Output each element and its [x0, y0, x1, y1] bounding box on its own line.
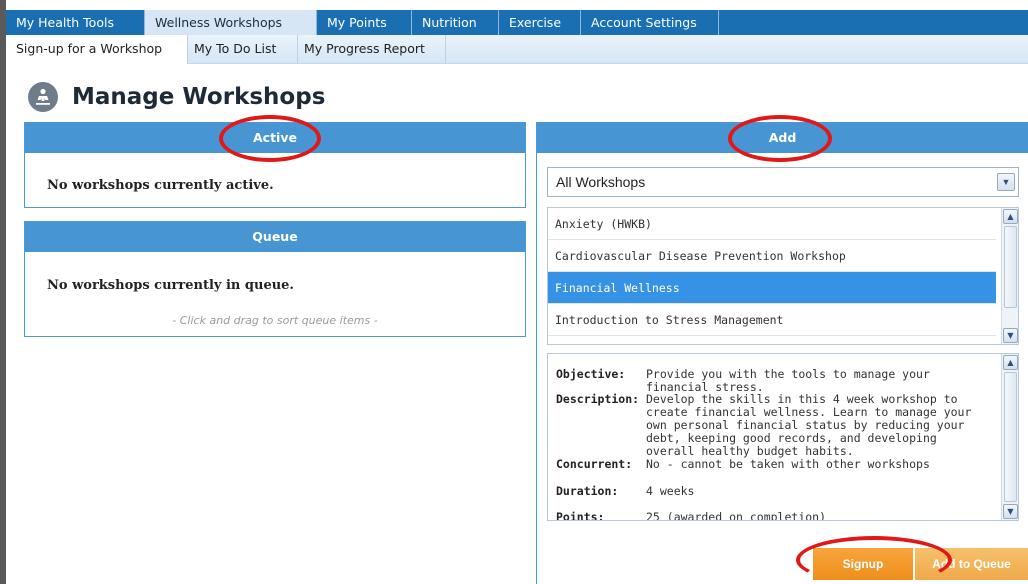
tab-nutrition[interactable]: Nutrition — [412, 10, 499, 35]
detail-duration: Duration: 4 weeks — [556, 485, 991, 498]
scroll-down-icon[interactable]: ▼ — [1003, 328, 1018, 343]
meditation-person-icon — [28, 82, 58, 112]
detail-label: Points: — [556, 510, 605, 521]
top-nav-spacer — [719, 10, 1028, 35]
detail-value: 25 (awarded on completion) — [646, 510, 827, 521]
tab-my-to-do-list[interactable]: My To Do List — [188, 35, 298, 63]
queue-panel: Queue No workshops currently in queue. -… — [24, 221, 526, 337]
detail-label: Duration: — [556, 484, 619, 498]
scrollbar-thumb[interactable] — [1004, 372, 1017, 502]
list-item[interactable]: Cardiovascular Disease Prevention Worksh… — [548, 240, 996, 272]
list-item-selected[interactable]: Financial Wellness — [548, 272, 996, 304]
detail-value: No - cannot be taken with other workshop… — [646, 457, 930, 471]
detail-value: 4 weeks — [646, 484, 695, 498]
add-to-queue-button[interactable]: Add to Queue — [915, 548, 1028, 580]
scroll-up-icon[interactable]: ▲ — [1003, 209, 1018, 224]
add-panel-header: Add — [537, 123, 1028, 153]
workshop-details: Objective: Provide you with the tools to… — [547, 353, 1019, 521]
queue-sort-hint: - Click and drag to sort queue items - — [172, 314, 378, 327]
window-frame-edge — [0, 0, 6, 584]
tab-sign-up-for-workshop[interactable]: Sign-up for a Workshop — [6, 35, 188, 64]
list-item[interactable]: Introduction to Stress Management — [548, 304, 996, 336]
detail-label: Objective: — [556, 367, 626, 381]
chevron-down-icon[interactable]: ▼ — [997, 173, 1015, 191]
tab-my-health-tools[interactable]: My Health Tools — [6, 10, 145, 35]
detail-concurrent: Concurrent: No - cannot be taken with ot… — [556, 458, 991, 471]
scrollbar-thumb[interactable] — [1004, 226, 1017, 308]
detail-value: Provide you with the tools to manage you… — [646, 367, 930, 394]
detail-label: Concurrent: — [556, 457, 633, 471]
tab-account-settings[interactable]: Account Settings — [581, 10, 719, 35]
sub-nav: Sign-up for a Workshop My To Do List My … — [6, 35, 1028, 64]
queue-panel-header: Queue — [25, 222, 525, 252]
detail-value: Develop the skills in this 4 week worksh… — [646, 392, 972, 458]
add-panel: Add All Workshops ▼ Anxiety (HWKB) Cardi… — [536, 122, 1028, 584]
list-item[interactable]: Anxiety (HWKB) — [548, 208, 996, 240]
scroll-up-icon[interactable]: ▲ — [1003, 355, 1018, 370]
detail-label: Description: — [556, 392, 640, 406]
page-title: Manage Workshops — [72, 84, 326, 110]
workshop-list-scrollbar[interactable]: ▲ ▼ — [1001, 208, 1018, 344]
page-header: Manage Workshops — [28, 82, 325, 112]
signup-button[interactable]: Signup — [813, 548, 913, 580]
detail-objective: Objective: Provide you with the tools to… — [556, 368, 991, 394]
active-panel: Active No workshops currently active. — [24, 122, 526, 208]
workshop-filter-select[interactable]: All Workshops ▼ — [547, 167, 1019, 197]
scroll-down-icon[interactable]: ▼ — [1003, 504, 1018, 519]
tab-wellness-workshops[interactable]: Wellness Workshops — [145, 10, 317, 35]
workshop-list: Anxiety (HWKB) Cardiovascular Disease Pr… — [547, 207, 1019, 345]
queue-empty-message: No workshops currently in queue. — [47, 278, 294, 293]
active-empty-message: No workshops currently active. — [47, 178, 274, 193]
tab-my-progress-report[interactable]: My Progress Report — [298, 35, 446, 63]
workshop-filter-value: All Workshops — [556, 174, 646, 190]
top-nav: My Health Tools Wellness Workshops My Po… — [6, 10, 1028, 35]
detail-description: Description: Develop the skills in this … — [556, 393, 991, 458]
detail-points: Points: 25 (awarded on completion) — [556, 511, 991, 521]
active-panel-header: Active — [25, 123, 525, 153]
tab-exercise[interactable]: Exercise — [499, 10, 581, 35]
details-scrollbar[interactable]: ▲ ▼ — [1001, 354, 1018, 520]
tab-my-points[interactable]: My Points — [317, 10, 412, 35]
